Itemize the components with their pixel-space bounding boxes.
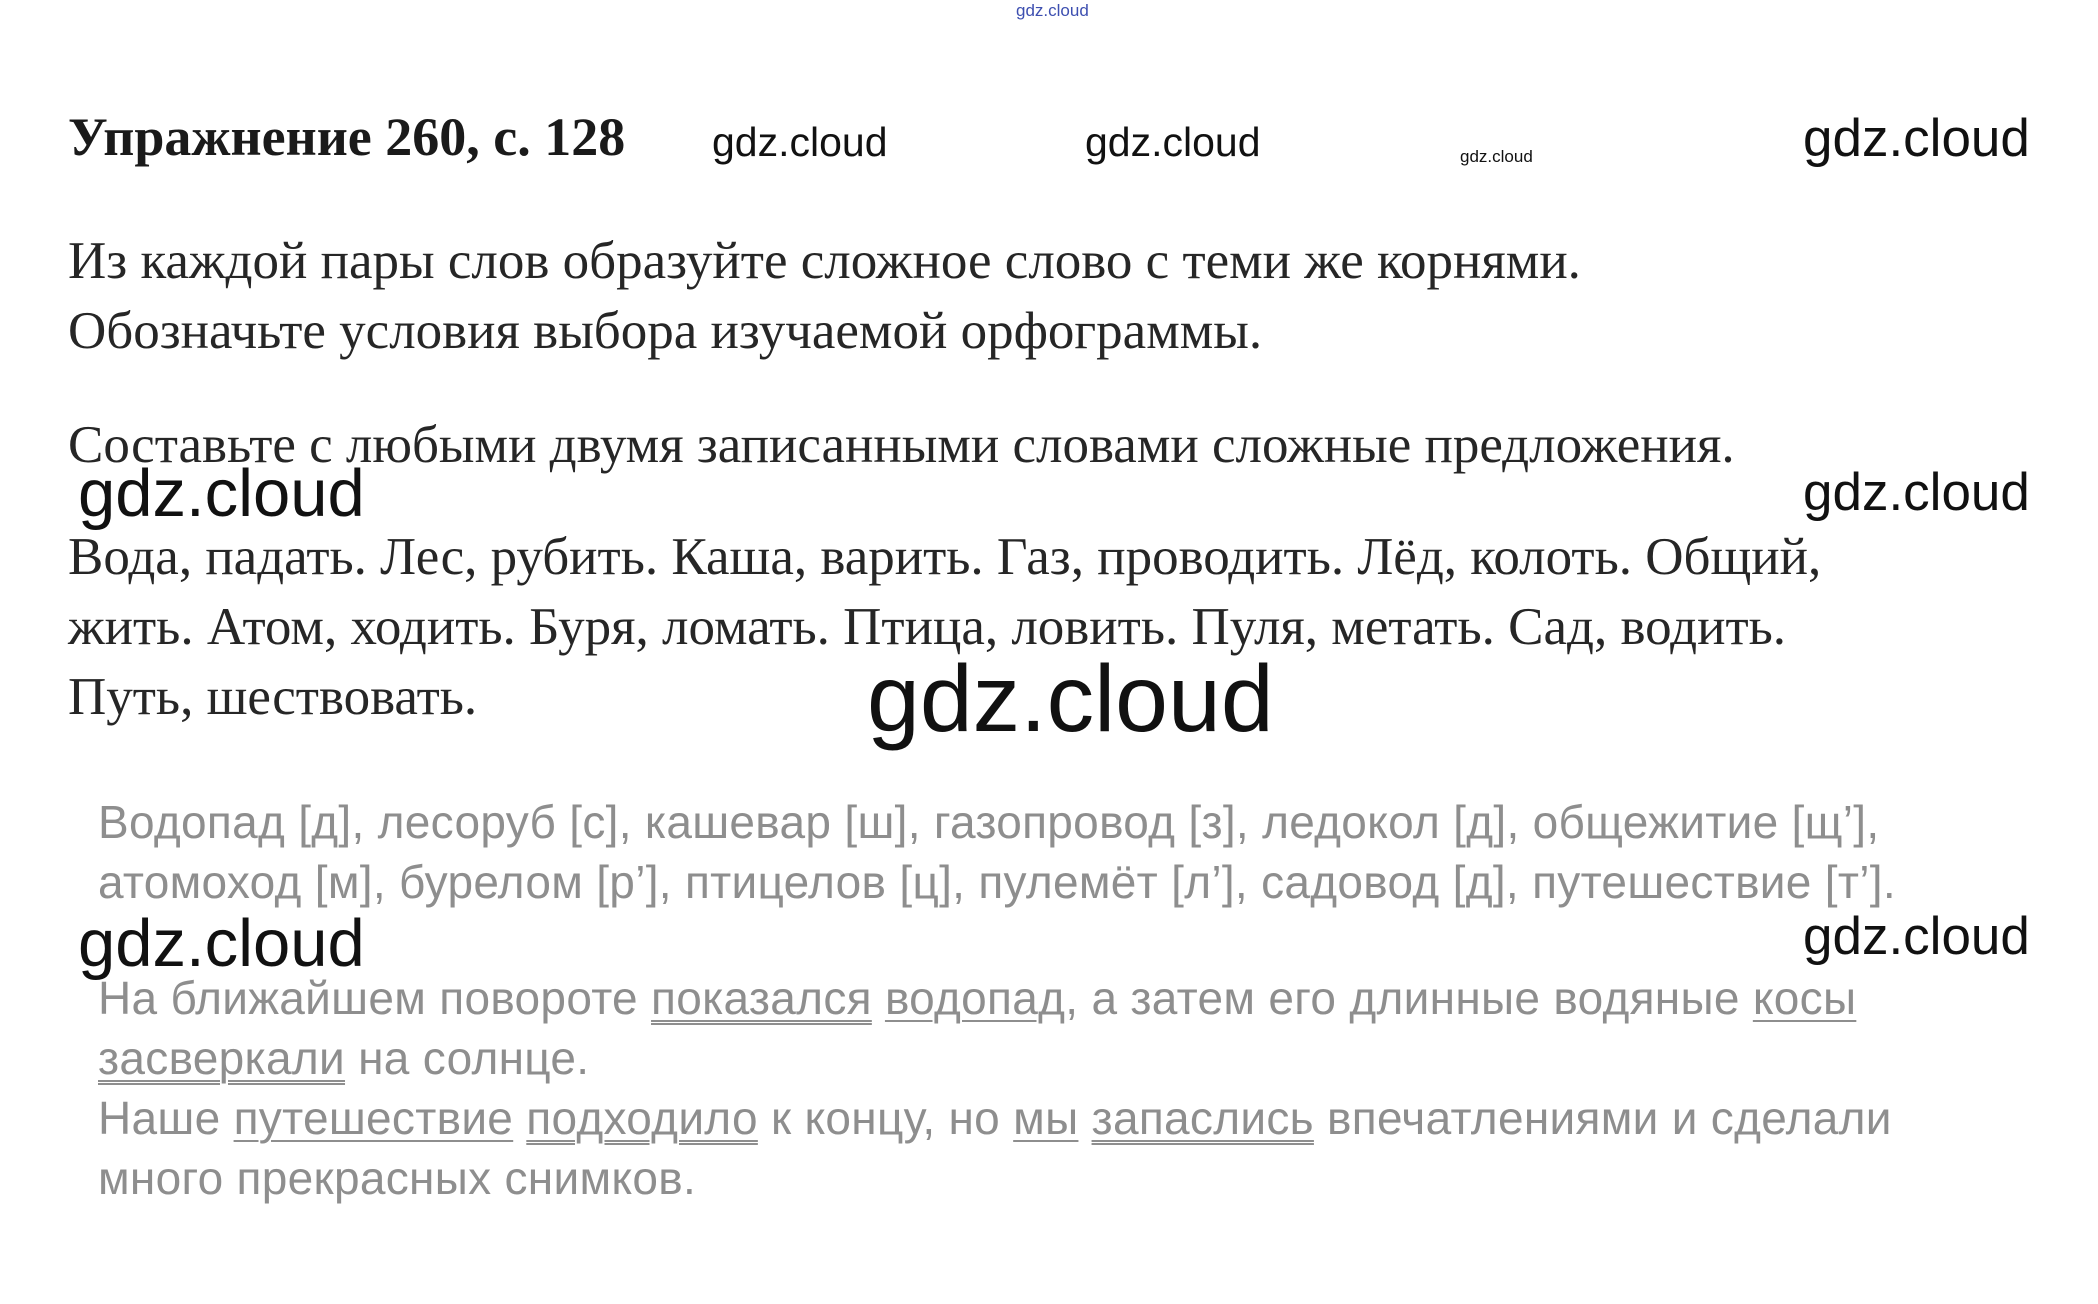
watermark-top: gdz.cloud xyxy=(1016,1,1089,20)
sentence-text: к концу, но xyxy=(757,1092,1014,1144)
subject-word: мы xyxy=(1013,1092,1079,1144)
sentence-text: Наше xyxy=(98,1092,234,1144)
answer-sentence-continued: засверкали на солнце. xyxy=(98,1028,589,1088)
word-pairs-line: Вода, падать. Лес, рубить. Каша, варить.… xyxy=(68,528,1822,586)
sentence-text: На ближайшем повороте xyxy=(98,972,652,1024)
answer-sentence: Наше путешествие подходило к концу, но м… xyxy=(98,1088,1892,1148)
word-pairs-line: Путь, шествовать. xyxy=(68,668,478,726)
task-text-line: Составьте с любыми двумя записанными сло… xyxy=(68,416,1735,474)
sentence-text: на солнце. xyxy=(345,1032,590,1084)
watermark-large: gdz.cloud xyxy=(867,646,1274,752)
predicate-word: подходило xyxy=(526,1092,758,1144)
predicate-word: засверкали xyxy=(98,1032,346,1084)
subject-word: косы xyxy=(1752,972,1857,1024)
watermark: gdz.cloud xyxy=(1803,109,2030,168)
predicate-word: запаслись xyxy=(1091,1092,1314,1144)
word-pairs-line: жить. Атом, ходить. Буря, ломать. Птица,… xyxy=(68,598,1787,656)
task-text-line: Из каждой пары слов образуйте сложное сл… xyxy=(68,232,1581,290)
watermark: gdz.cloud xyxy=(1460,147,1533,166)
answer-words-line: атомоход [м], бурелом [р’], птицелов [ц]… xyxy=(98,856,1896,908)
subject-word: путешествие xyxy=(233,1092,514,1144)
sentence-text xyxy=(872,972,885,1024)
sentence-text: , а затем его длинные водяные xyxy=(1065,972,1753,1024)
answer-words-line: Водопад [д], лесоруб [с], кашевар [ш], г… xyxy=(98,796,1880,848)
task-text-line: Обозначьте условия выбора изучаемой орфо… xyxy=(68,302,1263,360)
predicate-word: показался xyxy=(651,972,872,1024)
answer-sentence: На ближайшем повороте показался водопад,… xyxy=(98,968,1856,1028)
sentence-text xyxy=(513,1092,526,1144)
watermark: gdz.cloud xyxy=(1085,119,1261,165)
watermark: gdz.cloud xyxy=(78,906,365,981)
answer-sentence-continued: много прекрасных снимков. xyxy=(98,1152,697,1204)
sentence-text: впечатлениями и сделали xyxy=(1313,1092,1892,1144)
watermark: gdz.cloud xyxy=(1803,463,2030,522)
page-title: Упражнение 260, с. 128 xyxy=(68,107,626,167)
watermark: gdz.cloud xyxy=(1803,907,2030,966)
watermark: gdz.cloud xyxy=(712,119,888,165)
sentence-text xyxy=(1078,1092,1091,1144)
subject-word: водопад xyxy=(884,972,1066,1024)
